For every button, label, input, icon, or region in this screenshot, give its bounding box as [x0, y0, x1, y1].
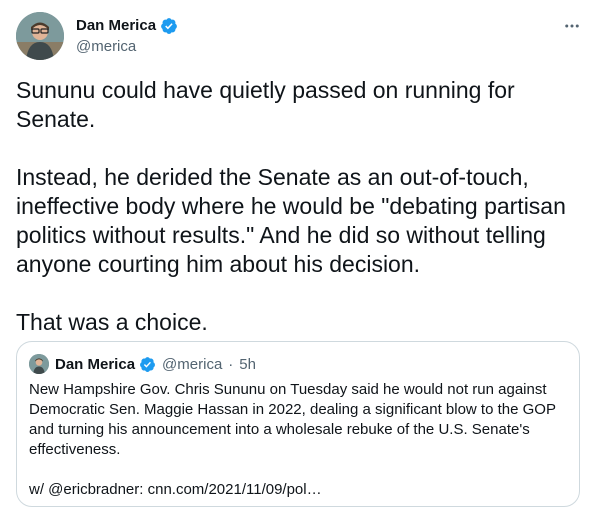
more-options-button[interactable] [558, 14, 586, 38]
more-horizontal-icon [565, 24, 579, 28]
tweet-text: Sununu could have quietly passed on runn… [16, 77, 566, 335]
author-handle[interactable]: @merica [76, 37, 178, 57]
quoted-tweet-card[interactable]: Dan Merica @merica · 5h New Hampshire Go… [16, 341, 580, 507]
author-avatar[interactable] [16, 12, 64, 60]
quoted-author-name: Dan Merica [55, 355, 136, 373]
quoted-tweet-header: Dan Merica @merica · 5h [29, 354, 256, 374]
quoted-author-handle: @merica [162, 355, 223, 373]
author-name[interactable]: Dan Merica [76, 16, 156, 36]
author-info: Dan Merica @merica [76, 16, 178, 57]
author-name-row: Dan Merica [76, 16, 178, 36]
quoted-tweet-text: New Hampshire Gov. Chris Sununu on Tuesd… [29, 381, 556, 498]
quoted-timestamp: 5h [239, 355, 256, 373]
quoted-author-avatar [29, 354, 49, 374]
verified-badge-icon [161, 18, 177, 34]
quoted-avatar-photo [29, 354, 49, 374]
verified-badge-icon [140, 356, 155, 372]
avatar-photo [16, 12, 64, 60]
quoted-meta-separator: · [228, 355, 234, 373]
